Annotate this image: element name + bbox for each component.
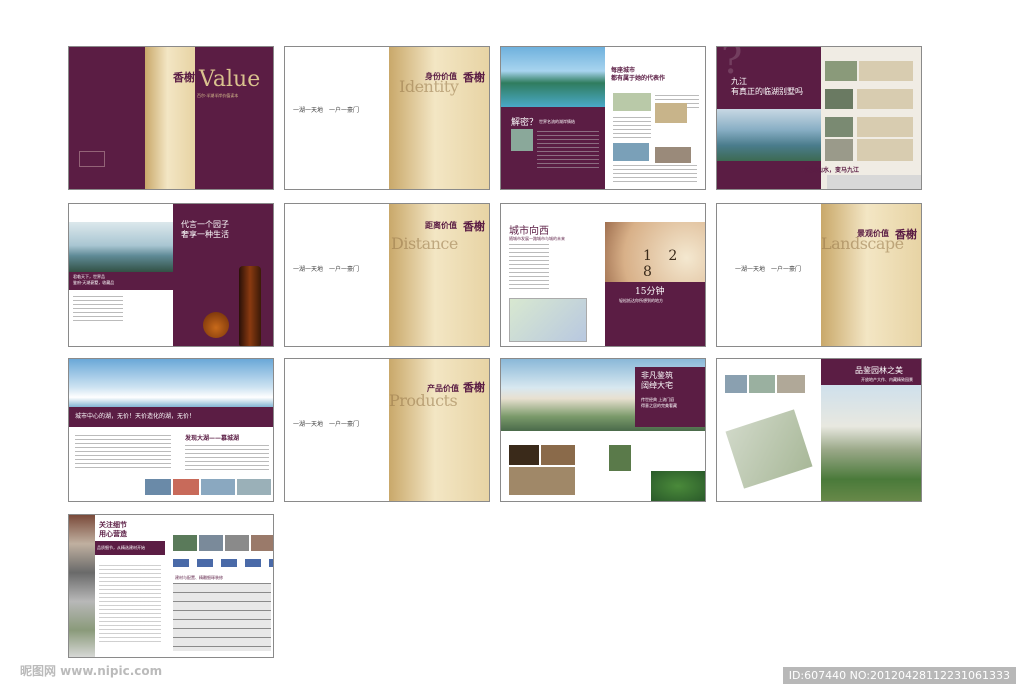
photo-heron-lake <box>69 222 173 274</box>
brand-logo: 香榭 <box>173 71 195 84</box>
photo-strip-1 <box>145 479 171 495</box>
photo-map <box>613 93 651 111</box>
spokesman-headline: 代言一个园子 奢享一种生活 <box>181 220 229 240</box>
landscape-slogan: 一湖一天地 一户一豪门 <box>735 266 802 273</box>
photo-house6 <box>857 117 913 137</box>
photo-interior-2 <box>541 445 575 465</box>
page-distance: 一湖一天地 一户一豪门 Distance 距离价值 香榭 <box>284 203 490 347</box>
photo-interior-1 <box>509 445 539 465</box>
distance-logo: 香榭 <box>463 220 485 233</box>
photo-map-route <box>509 298 587 342</box>
photo-small-lake <box>511 129 533 151</box>
mansion-sub: 传世经典 上流门庭 得意之居的完美奢藏 <box>641 397 677 408</box>
photo-material-4 <box>251 535 273 551</box>
products-cn: 产品价值 <box>427 383 459 393</box>
landscape-cn: 景观价值 <box>857 228 889 238</box>
photo-top-1 <box>725 375 747 393</box>
photo-material-3 <box>225 535 249 551</box>
photo-strip-3 <box>201 479 235 495</box>
photo-house4 <box>857 89 913 109</box>
photo-material-2 <box>199 535 223 551</box>
photo-top-3 <box>777 375 805 393</box>
jiujiang-foot: 变美山水，变马九江 <box>805 167 860 174</box>
mystery-sub: 世界名流的湖岸情结 <box>539 119 575 124</box>
cognac-bottle <box>239 266 261 346</box>
photo-river <box>613 143 649 161</box>
photo-bridge <box>717 109 821 161</box>
photo-top-2 <box>749 375 775 393</box>
site-plan <box>725 409 813 489</box>
city-lake-headline: 城市中心的湖，无价！天价造化的湖，无价！ <box>75 413 196 420</box>
photo-plant <box>609 445 631 471</box>
details-table <box>173 583 271 651</box>
mystery-title: 解密？ <box>511 118 539 128</box>
photo-garden-big <box>821 385 921 501</box>
landscape-logo: 香榭 <box>895 228 917 241</box>
photo-house7 <box>825 139 853 161</box>
photo-dam <box>655 147 691 163</box>
lake-headline: 每座城市 都有属于她的代表作 <box>611 67 666 82</box>
photo-brick-stack <box>69 515 95 657</box>
site-watermark: 昵图网 www.nipic.com <box>20 664 163 678</box>
photo-house2 <box>859 61 913 81</box>
photo-strip-4 <box>237 479 271 495</box>
identity-logo: 香榭 <box>463 71 485 84</box>
page-city-lake: 城市中心的湖，无价！天价造化的湖，无价！ 发现大湖——慕城湖 <box>68 358 274 502</box>
page-lake-story: 解密？ 世界名流的湖岸情结 每座城市 都有属于她的代表作 <box>500 46 706 190</box>
page-landscape: 一湖一天地 一户一豪门 Landscape 景观价值 香榭 <box>716 203 922 347</box>
distance-cn: 距离价值 <box>425 220 457 230</box>
photo-garden-small <box>651 471 705 501</box>
cover-big-word: Value <box>199 67 261 92</box>
garden-headline: 品鉴园林之美 <box>855 366 903 375</box>
clock-numerals: 1 2 8 <box>643 248 684 280</box>
identity-cn: 身份价值 <box>425 71 457 81</box>
jiujiang-gray-strip <box>827 175 921 189</box>
photo-house1 <box>825 61 857 81</box>
products-logo: 香榭 <box>463 381 485 394</box>
page-products: 一湖一天地 一户一豪门 Products 产品价值 香榭 <box>284 358 490 502</box>
page-mansion: 非凡鉴筑 阔绰大宅 传世经典 上流门庭 得意之居的完美奢藏 <box>500 358 706 502</box>
spokesman-caption: 君临天下，世界品 鉴府·天湖豪墅，收藏品 <box>73 274 115 285</box>
time-fifteen: 15分钟 <box>635 287 665 297</box>
page-identity: 一湖一天地 一户一豪门 Identity 身份价值 香榭 <box>284 46 490 190</box>
brand-logos <box>173 559 273 567</box>
photo-pool-villa <box>501 47 605 107</box>
details-headline: 关注细节 用心营造 <box>99 520 127 538</box>
cover-subtitle: 百尔·半湖半岸价值读本 <box>197 93 239 98</box>
cover-logo-mark <box>79 151 105 167</box>
city-west-headline: 城市向西 <box>509 226 549 237</box>
photo-house3 <box>825 89 853 109</box>
page-spokesman: 代言一个园子 奢享一种生活 君临天下，世界品 鉴府·天湖豪墅，收藏品 <box>68 203 274 347</box>
identity-slogan: 一湖一天地 一户一豪门 <box>293 107 360 114</box>
distance-en: Distance <box>391 234 458 253</box>
time-sub: 轻松抵达你所想到的地方 <box>619 298 663 303</box>
details-table-title: 建材与配置、精雕细琢装修 <box>175 575 223 580</box>
details-sub: 品质细节，从精选建材开始 <box>97 545 145 550</box>
page-value-cover: 香榭 Value 百尔·半湖半岸价值读本 <box>68 46 274 190</box>
photo-strip-2 <box>173 479 199 495</box>
page-jiujiang: ? 九江 有真正的临湖别墅吗 变美山水，变马九江 <box>716 46 922 190</box>
photo-house8 <box>857 139 913 161</box>
photo-bedroom <box>509 467 575 495</box>
city-lake-sub: 发现大湖——慕城湖 <box>185 435 240 442</box>
page-garden: 品鉴园林之美 开放地产大作、内藏精致园景 <box>716 358 922 502</box>
products-slogan: 一湖一天地 一户一豪门 <box>293 421 360 428</box>
jiujiang-headline: 九江 有真正的临湖别墅吗 <box>731 77 803 96</box>
garden-sub: 开放地产大作、内藏精致园景 <box>861 377 913 382</box>
mansion-headline: 非凡鉴筑 阔绰大宅 <box>641 371 673 390</box>
photo-material-1 <box>173 535 197 551</box>
page-city-west: 城市向西 随城市发展一路城市与城的未来 1 2 8 15分钟 轻松抵达你所想到的… <box>500 203 706 347</box>
photo-building <box>655 103 687 123</box>
cognac-glass <box>203 312 229 338</box>
page-details: 关注细节 用心营造 品质细节，从精选建材开始 建材与配置、精雕细琢装修 <box>68 514 274 658</box>
city-west-sub: 随城市发展一路城市与城的未来 <box>509 236 565 241</box>
photo-house5 <box>825 117 853 137</box>
distance-slogan: 一湖一天地 一户一豪门 <box>293 266 360 273</box>
image-id-stamp: ID:607440 NO:20120428112231061333 <box>782 667 1016 684</box>
